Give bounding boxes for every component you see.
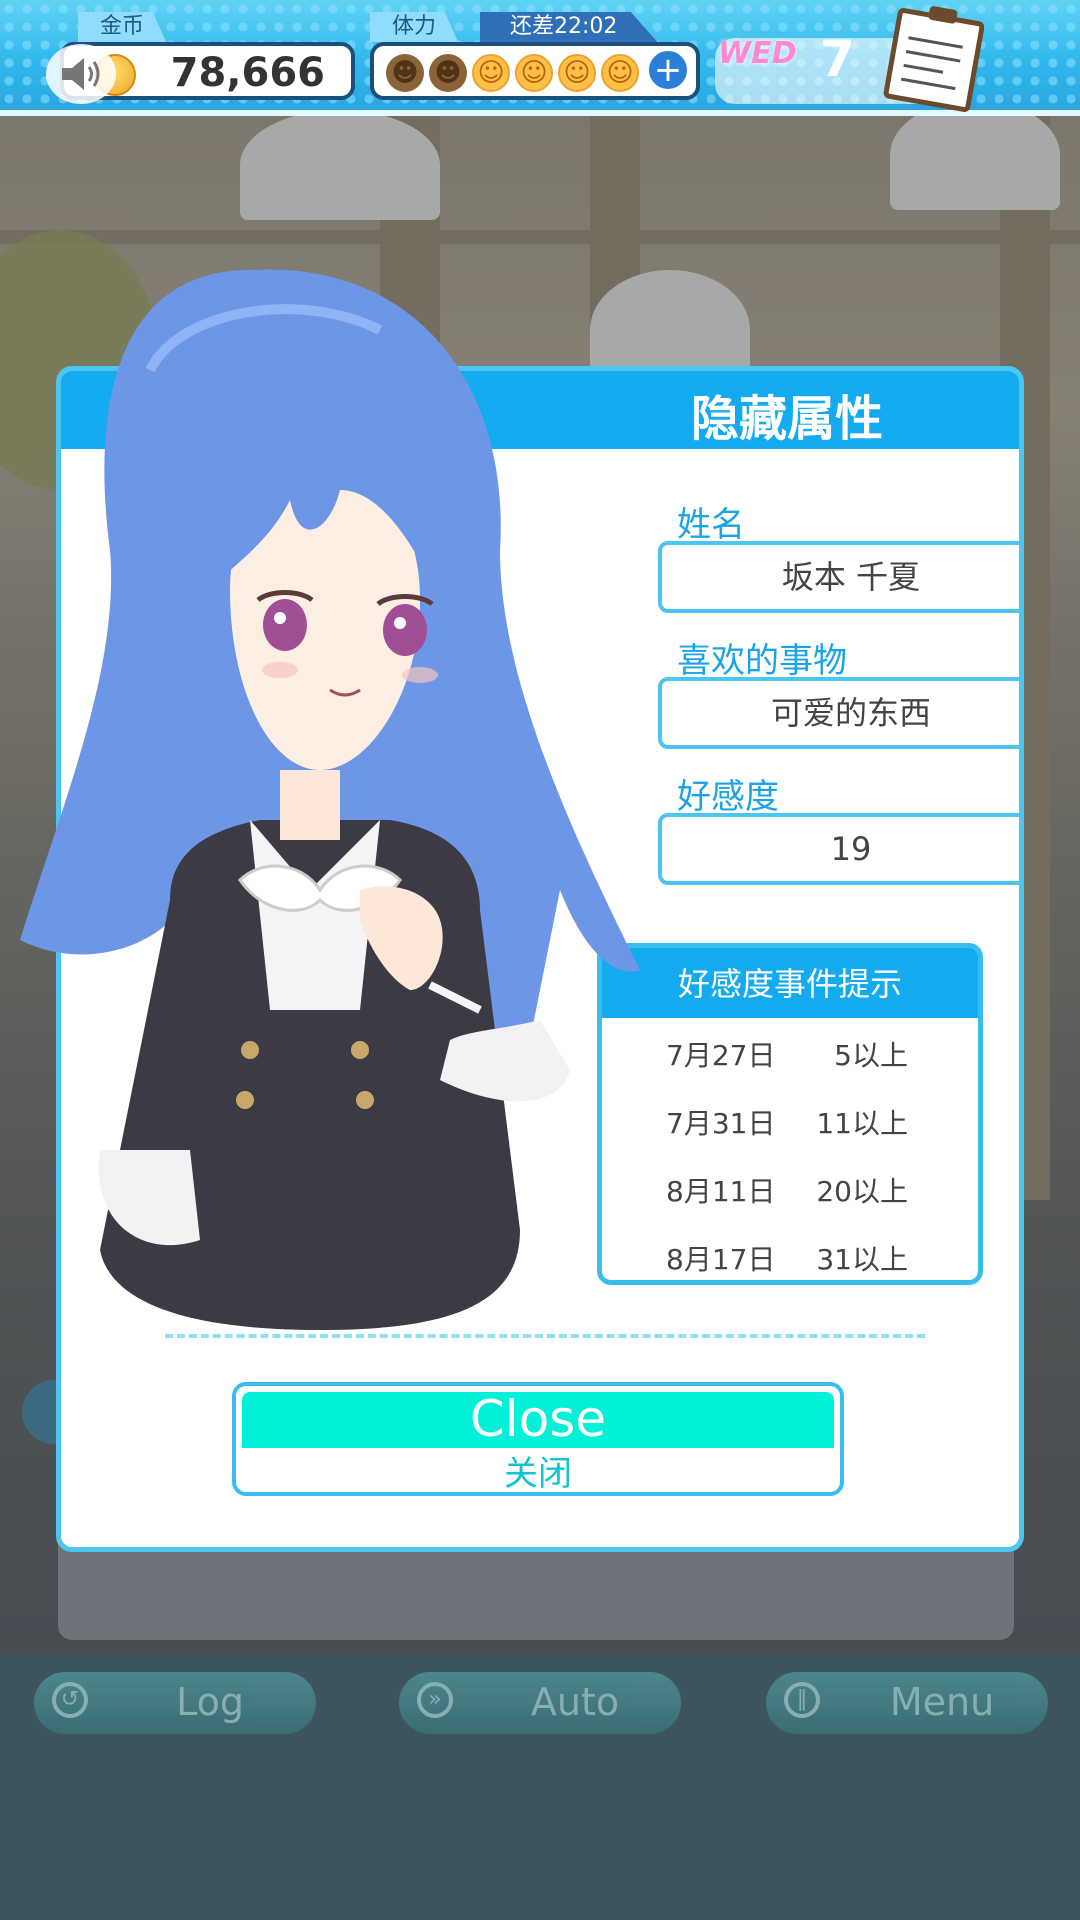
- stamina-face-used-icon: ☻: [386, 54, 424, 92]
- coin-label: 金币: [78, 12, 167, 42]
- add-stamina-button[interactable]: +: [646, 48, 690, 92]
- likes-field: 可爱的东西: [658, 677, 1019, 749]
- event-date: 7月31日: [666, 1107, 776, 1140]
- day-number: 7: [820, 30, 855, 88]
- menu-button[interactable]: ∥ Menu: [766, 1672, 1048, 1734]
- log-button[interactable]: ↺ Log: [34, 1672, 316, 1734]
- event-requirement: 5以上: [834, 1039, 908, 1072]
- clipboard-icon[interactable]: [882, 5, 986, 113]
- stamina-face-full-icon: ☺: [558, 54, 596, 92]
- dialog-title: 隐藏属性: [691, 391, 884, 447]
- name-field: 坂本 千夏: [658, 541, 1019, 613]
- character-portrait: [20, 269, 640, 1330]
- speaker-icon: [62, 58, 100, 90]
- divider: [165, 1334, 925, 1338]
- log-label: Log: [176, 1680, 244, 1724]
- sound-toggle[interactable]: [46, 44, 116, 104]
- events-title: 好感度事件提示: [602, 948, 978, 1018]
- weekday-label: WED: [718, 36, 797, 71]
- fast-forward-icon: »: [417, 1682, 453, 1718]
- close-button[interactable]: Close 关闭: [232, 1382, 844, 1496]
- name-label: 姓名: [677, 505, 745, 545]
- affinity-label: 好感度: [677, 777, 779, 817]
- stamina-timer: 还差22:02: [480, 12, 658, 42]
- stamina-face-full-icon: ☺: [515, 54, 553, 92]
- affinity-field: 19: [658, 813, 1019, 885]
- dialog-shadow: [58, 1540, 1014, 1640]
- auto-button[interactable]: » Auto: [399, 1672, 681, 1734]
- close-label-en: Close: [469, 1390, 607, 1448]
- stamina-face-full-icon: ☺: [601, 54, 639, 92]
- auto-label: Auto: [530, 1680, 620, 1724]
- affinity-events-panel: 好感度事件提示 7月27日 5以上 7月31日 11以上 8月11日 20以上 …: [597, 943, 983, 1285]
- event-date: 7月27日: [666, 1039, 776, 1072]
- stamina-face-full-icon: ☺: [472, 54, 510, 92]
- event-requirement: 20以上: [816, 1175, 908, 1208]
- event-date: 8月11日: [666, 1175, 776, 1208]
- event-requirement: 31以上: [816, 1243, 908, 1276]
- menu-label: Menu: [889, 1680, 995, 1724]
- event-requirement: 11以上: [816, 1107, 908, 1140]
- coin-value: 78,666: [170, 50, 325, 96]
- likes-label: 喜欢的事物: [677, 641, 847, 681]
- close-label-zh: 关闭: [504, 1454, 572, 1494]
- event-date: 8月17日: [666, 1243, 776, 1276]
- stamina-label: 体力: [370, 12, 459, 42]
- pause-icon: ∥: [784, 1682, 820, 1718]
- history-icon: ↺: [52, 1682, 88, 1718]
- stamina-face-used-icon: ☻: [429, 54, 467, 92]
